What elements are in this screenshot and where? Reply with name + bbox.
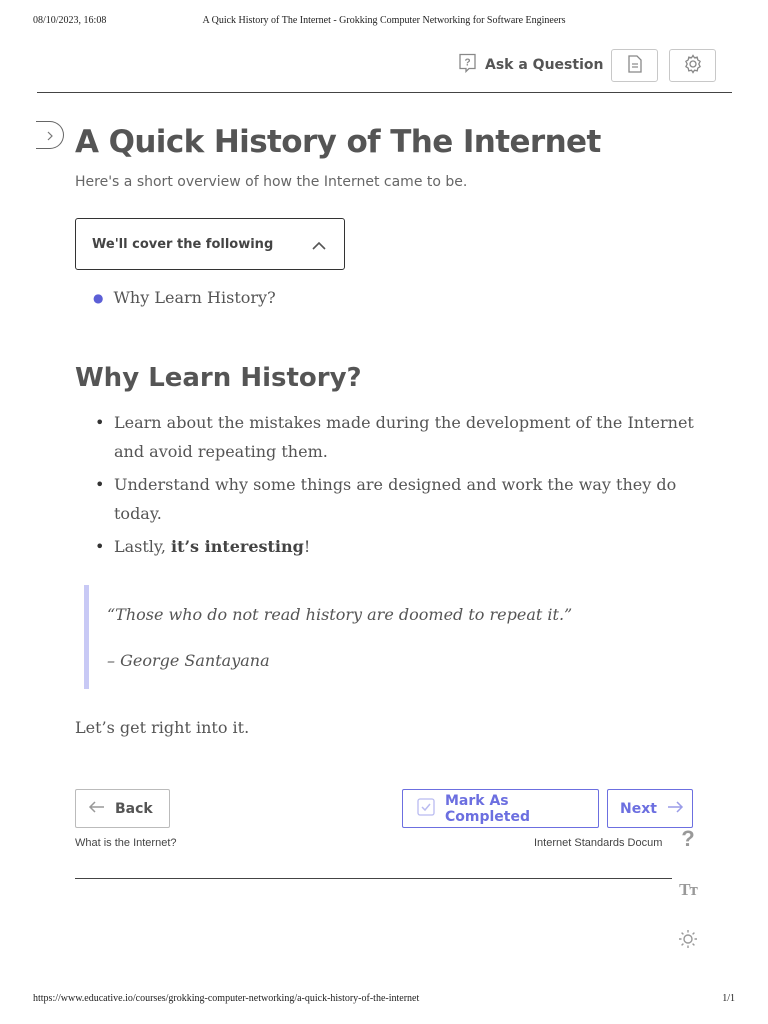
mark-completed-button[interactable]: Mark As Completed <box>402 789 599 828</box>
list-item-emphasis: it’s interesting <box>171 537 304 556</box>
toc-item-label: Why Learn History? <box>113 288 276 307</box>
settings-button[interactable] <box>669 49 716 82</box>
print-footer: https://www.educative.io/courses/grokkin… <box>0 993 768 1007</box>
document-icon <box>627 54 643 77</box>
toc-list: ● Why Learn History? <box>93 288 276 307</box>
arrow-right-icon <box>667 800 684 817</box>
list-item-prefix: Lastly, <box>114 537 172 556</box>
font-size-button[interactable]: Tт <box>676 878 700 902</box>
page-subtitle: Here's a short overview of how the Inter… <box>75 174 468 190</box>
print-page-number: 1/1 <box>722 993 735 1004</box>
question-mark-icon: ? <box>681 826 695 851</box>
quote-block: “Those who do not read history are doome… <box>84 585 684 689</box>
arrow-left-icon <box>88 800 105 817</box>
checkbox-icon <box>417 797 435 820</box>
list-item: Understand why some things are designed … <box>95 470 695 528</box>
svg-text:?: ? <box>464 58 470 69</box>
quote-author: – George Santayana <box>107 651 270 670</box>
bullet-list: Learn about the mistakes made during the… <box>95 408 695 565</box>
theme-toggle-button[interactable] <box>676 929 700 953</box>
sidebar-toggle-button[interactable] <box>36 121 64 149</box>
previous-lesson-link[interactable]: What is the Internet? <box>75 837 177 849</box>
toc-item[interactable]: ● Why Learn History? <box>93 288 276 307</box>
back-button[interactable]: Back <box>75 789 170 828</box>
toc-toggle[interactable]: We'll cover the following <box>75 218 345 270</box>
list-item: Lastly, it’s interesting! <box>95 532 695 561</box>
header-divider <box>37 92 732 93</box>
footer-divider <box>75 878 672 879</box>
chevron-right-icon <box>46 126 54 145</box>
question-box-icon: ? <box>458 53 477 77</box>
ask-question-button[interactable]: ? Ask a Question <box>458 52 603 78</box>
next-lesson-link[interactable]: Internet Standards Docum <box>534 837 671 849</box>
page-title: A Quick History of The Internet <box>75 124 601 160</box>
gear-icon <box>683 53 703 78</box>
list-item: Learn about the mistakes made during the… <box>95 408 695 466</box>
next-label: Next <box>620 800 657 817</box>
mark-completed-label: Mark As Completed <box>445 792 531 825</box>
list-item-suffix: ! <box>303 537 311 556</box>
font-size-icon: Tт <box>679 880 698 899</box>
closing-text: Let’s get right into it. <box>75 718 250 737</box>
print-header: 08/10/2023, 16:08 A Quick History of The… <box>0 15 768 29</box>
document-button[interactable] <box>611 49 658 82</box>
print-url: https://www.educative.io/courses/grokkin… <box>33 993 420 1004</box>
bullet-icon: ● <box>93 290 104 305</box>
section-heading: Why Learn History? <box>75 363 362 393</box>
ask-question-label: Ask a Question <box>485 57 604 73</box>
next-button[interactable]: Next <box>607 789 693 828</box>
back-label: Back <box>115 800 153 817</box>
quote-text: “Those who do not read history are doome… <box>107 605 573 624</box>
print-title: A Quick History of The Internet - Grokki… <box>202 15 566 26</box>
sun-icon <box>678 929 698 953</box>
help-button[interactable]: ? <box>676 826 700 851</box>
toc-label: We'll cover the following <box>92 236 274 252</box>
chevron-up-icon <box>312 235 326 254</box>
